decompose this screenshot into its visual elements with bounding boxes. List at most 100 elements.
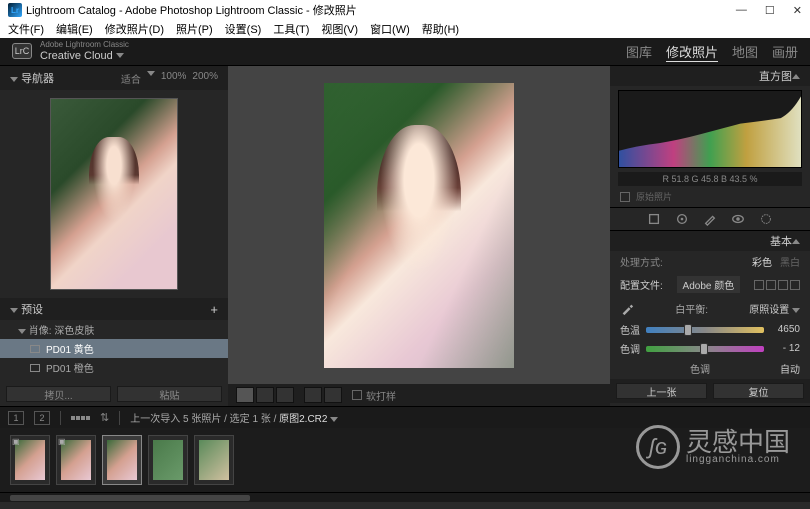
tint-value[interactable]: - 12 xyxy=(770,343,800,354)
tint-slider[interactable] xyxy=(646,346,764,352)
secondary-toolbar: 1 2 ⇅ 上一次导入 5 张照片 / 选定 1 张 / 原图2.CR2 xyxy=(0,406,810,428)
chevron-down-icon xyxy=(330,417,338,422)
navigator-image xyxy=(50,98,178,290)
breadcrumb[interactable]: 上一次导入 5 张照片 / 选定 1 张 / 原图2.CR2 xyxy=(130,410,338,425)
filmstrip-thumb[interactable] xyxy=(148,435,188,485)
brush-tool-icon[interactable] xyxy=(703,212,717,226)
navigator-preview[interactable] xyxy=(0,90,228,298)
menu-file[interactable]: 文件(F) xyxy=(8,21,44,37)
filmstrip-thumb[interactable] xyxy=(194,435,234,485)
grid-view-icon[interactable] xyxy=(71,416,90,420)
treatment-bw[interactable]: 黑白 xyxy=(780,254,800,269)
develop-toolbar: 软打样 xyxy=(228,384,610,406)
paste-button[interactable]: 粘贴 xyxy=(117,386,222,402)
folder-collapse-icon xyxy=(18,329,26,334)
collapse-icon xyxy=(792,74,800,79)
menu-develop[interactable]: 修改照片(D) xyxy=(105,21,164,37)
temp-label: 色温 xyxy=(620,322,640,337)
redeye-tool-icon[interactable] xyxy=(731,212,745,226)
preset-item[interactable]: PD01 橙色 xyxy=(0,358,228,377)
add-preset-button[interactable]: + xyxy=(210,302,218,317)
minimize-button[interactable]: — xyxy=(736,4,747,17)
zoom-200[interactable]: 200% xyxy=(192,71,218,86)
crop-tool-icon[interactable] xyxy=(647,212,661,226)
identity-menu-icon[interactable] xyxy=(116,53,124,58)
menu-photo[interactable]: 照片(P) xyxy=(176,21,213,37)
stack-badge-icon: ▣ xyxy=(58,437,66,446)
softproof-checkbox[interactable] xyxy=(352,390,362,400)
basic-title: 基本 xyxy=(770,233,792,249)
collapse-icon xyxy=(792,239,800,244)
menu-settings[interactable]: 设置(S) xyxy=(225,21,262,37)
treatment-label: 处理方式: xyxy=(620,254,663,269)
chevron-down-icon[interactable] xyxy=(147,71,155,76)
before-after-lr-button[interactable] xyxy=(256,387,274,403)
filmstrip-thumb[interactable]: ▣ xyxy=(56,435,96,485)
swap-button[interactable] xyxy=(304,387,322,403)
module-develop[interactable]: 修改照片 xyxy=(666,42,718,62)
main-photo xyxy=(324,83,514,368)
menu-tools[interactable]: 工具(T) xyxy=(273,21,309,37)
previous-button[interactable]: 上一张 xyxy=(616,383,707,399)
presets-header[interactable]: 预设 + xyxy=(0,298,228,320)
loupe-view[interactable] xyxy=(228,66,610,384)
filmstrip-thumb[interactable] xyxy=(102,435,142,485)
menu-edit[interactable]: 编辑(E) xyxy=(56,21,93,37)
reset-button[interactable]: 复位 xyxy=(713,383,804,399)
zoom-fit[interactable]: 适合 xyxy=(121,71,141,86)
softproof-label: 软打样 xyxy=(366,388,396,403)
menu-help[interactable]: 帮助(H) xyxy=(422,21,459,37)
main-window-button[interactable]: 1 xyxy=(8,411,24,425)
menu-window[interactable]: 窗口(W) xyxy=(370,21,410,37)
profile-label: 配置文件: xyxy=(620,277,663,292)
presets-title: 预设 xyxy=(21,304,43,316)
window-title: Lightroom Catalog - Adobe Photoshop Ligh… xyxy=(26,2,357,18)
auto-tone-button[interactable]: 自动 xyxy=(780,361,800,376)
spot-removal-icon[interactable] xyxy=(675,212,689,226)
original-checkbox[interactable] xyxy=(620,192,630,202)
radial-filter-icon[interactable] xyxy=(759,212,773,226)
navigator-header[interactable]: 导航器 适合 100% 200% xyxy=(0,66,228,90)
filmstrip-scrollbar[interactable] xyxy=(0,492,810,502)
left-panel: 导航器 适合 100% 200% 预设 + 肖像: 深色皮肤 PD01 黄色 P… xyxy=(0,66,228,406)
filmstrip[interactable]: ▣ ▣ xyxy=(0,428,810,492)
whitebalance-select[interactable]: 原照设置 xyxy=(749,301,800,316)
stack-badge-icon: ▣ xyxy=(12,437,20,446)
sort-icon[interactable]: ⇅ xyxy=(100,411,109,424)
profile-browser-button[interactable] xyxy=(754,280,800,290)
second-window-button[interactable]: 2 xyxy=(34,411,50,425)
copy-before-button[interactable] xyxy=(324,387,342,403)
menu-view[interactable]: 视图(V) xyxy=(321,21,358,37)
maximize-button[interactable]: ☐ xyxy=(765,4,775,17)
right-panel: 直方图 R 51.8 G 45.8 B 43.5 % 原始照片 基本 处理方式: xyxy=(610,66,810,406)
collapse-icon xyxy=(10,308,18,313)
app-icon: Lr xyxy=(8,3,22,17)
preset-icon xyxy=(30,364,40,372)
before-after-tb-button[interactable] xyxy=(276,387,294,403)
temp-slider[interactable] xyxy=(646,327,764,333)
collapse-icon xyxy=(10,77,18,82)
lrc-badge: LrC xyxy=(12,43,32,59)
zoom-100[interactable]: 100% xyxy=(161,71,187,86)
module-book[interactable]: 画册 xyxy=(772,42,798,62)
temp-value[interactable]: 4650 xyxy=(770,324,800,335)
identity-plate: LrC Adobe Lightroom Classic Creative Clo… xyxy=(0,38,810,66)
basic-panel-header[interactable]: 基本 xyxy=(610,231,810,251)
close-button[interactable]: ✕ xyxy=(793,4,802,17)
preset-item[interactable]: PD01 黄色 xyxy=(0,339,228,358)
copy-button[interactable]: 拷贝... xyxy=(6,386,111,402)
preset-group[interactable]: 肖像: 深色皮肤 xyxy=(0,320,228,339)
module-map[interactable]: 地图 xyxy=(732,42,758,62)
center-panel: 软打样 xyxy=(228,66,610,406)
module-library[interactable]: 图库 xyxy=(626,42,652,62)
histogram[interactable] xyxy=(618,90,802,168)
filmstrip-thumb[interactable]: ▣ xyxy=(10,435,50,485)
title-bar: Lr Lightroom Catalog - Adobe Photoshop L… xyxy=(0,0,810,20)
histogram-header[interactable]: 直方图 xyxy=(610,66,810,86)
original-label: 原始照片 xyxy=(636,190,672,203)
profile-select[interactable]: Adobe 颜色 xyxy=(677,276,741,293)
eyedropper-icon[interactable] xyxy=(620,302,634,316)
module-picker: 图库 修改照片 地图 画册 xyxy=(626,42,798,62)
treatment-color[interactable]: 彩色 xyxy=(752,254,772,269)
loupe-view-button[interactable] xyxy=(236,387,254,403)
